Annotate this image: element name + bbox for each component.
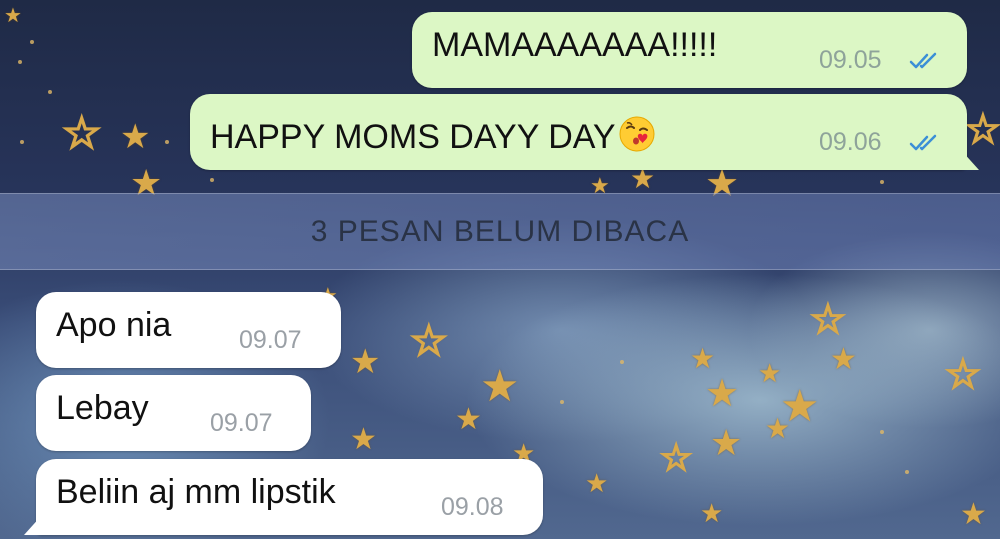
read-receipt-icon <box>909 134 937 151</box>
incoming-message[interactable]: Apo nia 09.07 <box>36 292 341 368</box>
message-text: MAMAAAAAAA!!!!! <box>432 26 718 64</box>
message-time: 09.05 <box>819 46 882 74</box>
unread-messages-banner: 3 PESAN BELUM DIBACA <box>0 193 1000 270</box>
bubble-tail <box>24 515 42 535</box>
message-text: HAPPY MOMS DAYY DAY <box>210 118 616 156</box>
message-text: Beliin aj mm lipstik <box>56 473 336 511</box>
message-time: 09.06 <box>819 128 882 156</box>
incoming-message[interactable]: Lebay 09.07 <box>36 375 311 451</box>
message-text: Apo nia <box>56 306 172 344</box>
message-time: 09.08 <box>441 493 504 521</box>
message-time: 09.07 <box>210 409 273 437</box>
outgoing-message[interactable]: MAMAAAAAAA!!!!! 09.05 <box>412 12 967 88</box>
message-text: Lebay <box>56 389 149 427</box>
kissing-heart-emoji <box>619 116 655 152</box>
bubble-tail <box>961 150 979 170</box>
read-receipt-icon <box>909 52 937 69</box>
message-time: 09.07 <box>239 326 302 354</box>
incoming-message[interactable]: Beliin aj mm lipstik 09.08 <box>24 459 543 535</box>
unread-banner-label: 3 PESAN BELUM DIBACA <box>310 214 690 248</box>
outgoing-message[interactable]: HAPPY MOMS DAYY DAY 09.06 <box>190 94 979 170</box>
